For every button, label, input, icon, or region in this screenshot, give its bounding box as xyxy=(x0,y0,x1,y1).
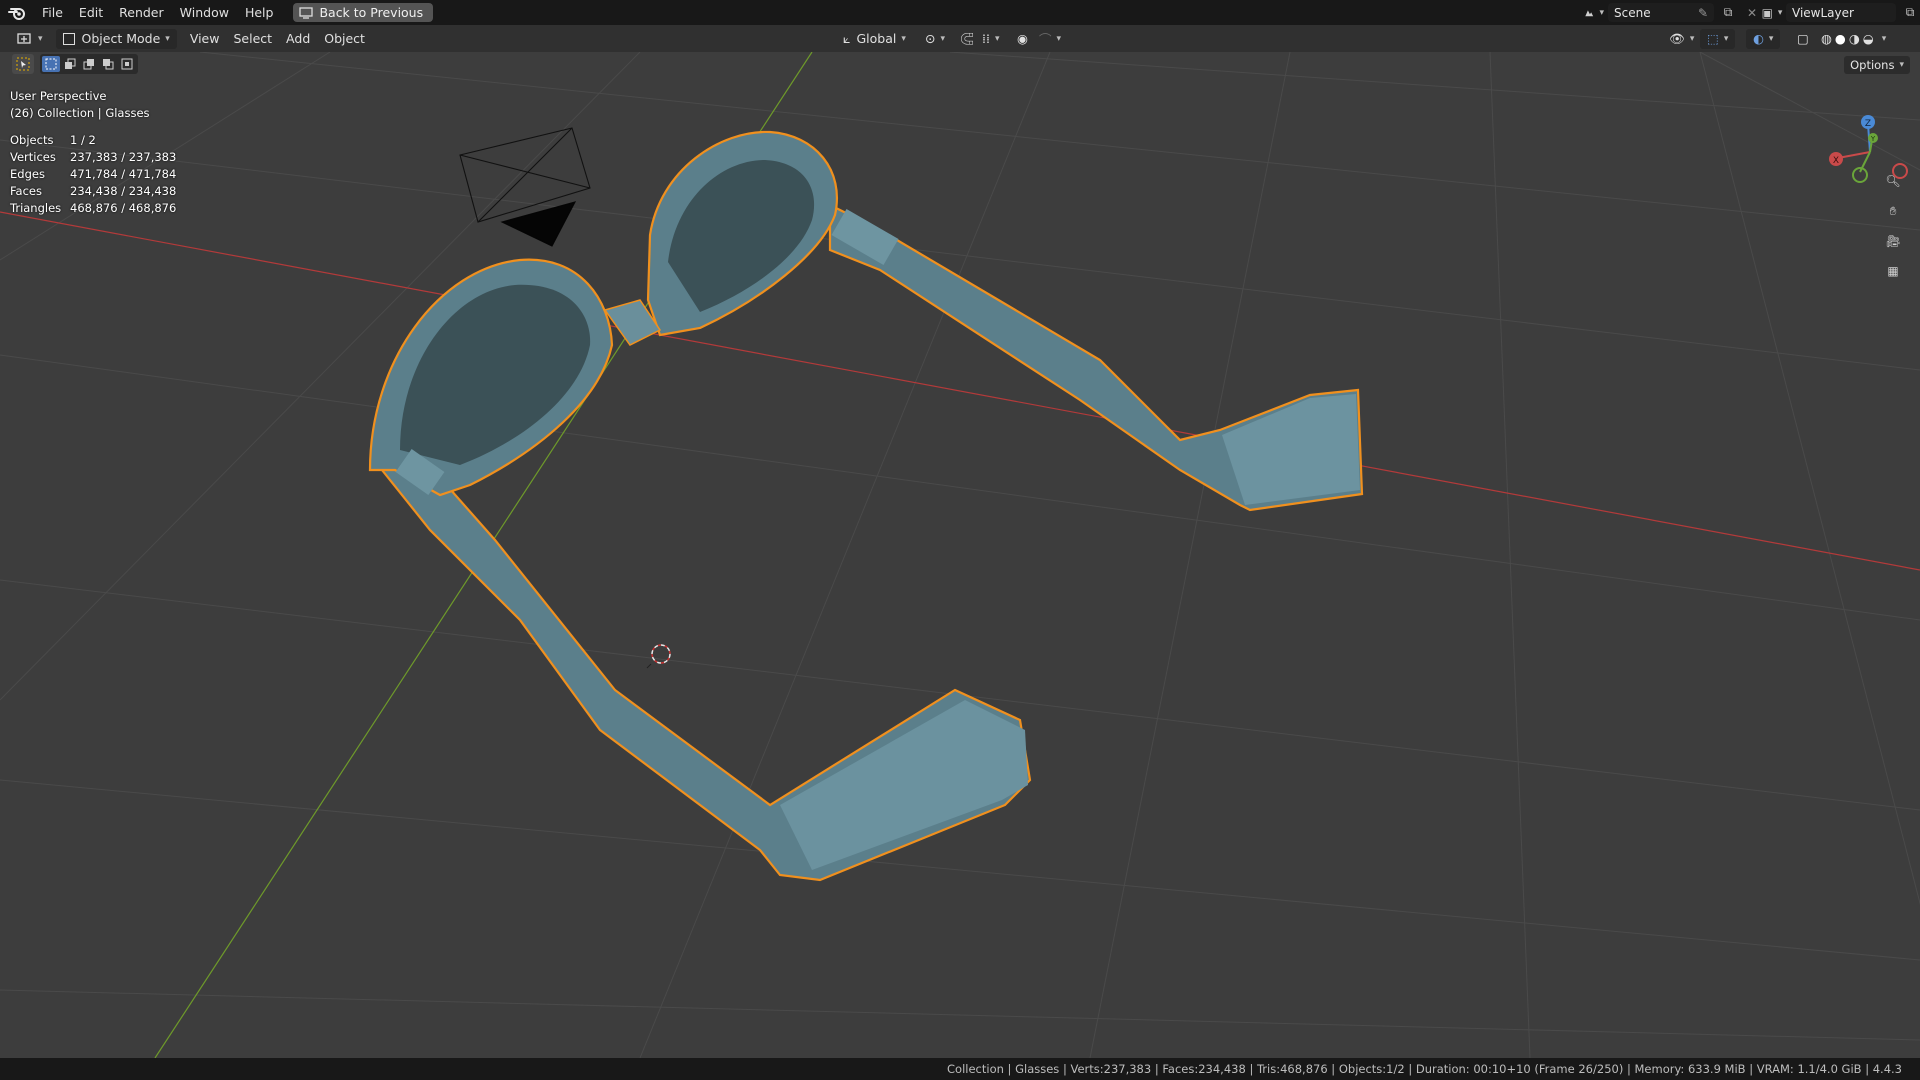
stat-row-edges: Edges 471,784 / 471,784 xyxy=(10,166,176,183)
gizmo-toggle-icon[interactable]: ⬚ ▾ xyxy=(1700,28,1736,49)
gizmo-y-label: Y xyxy=(1870,135,1876,143)
visibility-icon[interactable]: 👁︎ ▾ xyxy=(1662,29,1701,49)
x-axis-line xyxy=(0,211,1920,571)
select-extend-icon[interactable] xyxy=(61,56,79,72)
top-bar: File Edit Render Window Help Back to Pre… xyxy=(0,0,1920,25)
editor-type-button[interactable]: ▾ xyxy=(10,29,50,49)
stat-key: Objects xyxy=(10,133,54,147)
scene-name: Scene xyxy=(1614,5,1651,20)
ortho-grid-icon[interactable]: ▦ xyxy=(1880,258,1906,284)
viewlayer-icon[interactable]: ▣ ▾ xyxy=(1762,3,1783,22)
stat-value: 468,876 / 468,876 xyxy=(70,201,177,215)
select-tool-button[interactable] xyxy=(12,54,34,74)
menu-render[interactable]: Render xyxy=(111,0,172,25)
back-to-previous-label: Back to Previous xyxy=(319,5,424,20)
grid-floor xyxy=(0,52,1920,1058)
falloff-icon[interactable]: ⌒ ▾ xyxy=(1032,29,1068,49)
status-bar-text: Collection | Glasses | Verts:237,383 | F… xyxy=(947,1062,1902,1076)
stat-row-faces: Faces 234,438 / 234,438 xyxy=(10,183,176,200)
options-dropdown[interactable]: Options ▾ xyxy=(1844,56,1910,74)
viewlayer-name: ViewLayer xyxy=(1792,5,1854,20)
pivot-point-icon[interactable]: ⊙ ▾ xyxy=(918,29,952,49)
select-subtract-icon[interactable] xyxy=(80,56,98,72)
active-collection-label: (26) Collection | Glasses xyxy=(10,106,150,120)
gizmo-z-label: Z xyxy=(1865,119,1871,129)
view-perspective-label: User Perspective xyxy=(10,89,107,103)
camera-object[interactable] xyxy=(459,127,591,247)
solid-shading-icon[interactable]: ● xyxy=(1835,31,1846,46)
pan-hand-icon[interactable]: ✋︎ xyxy=(1880,198,1906,224)
object-mode-dropdown[interactable]: Object Mode ▾ xyxy=(55,28,177,49)
zoom-icon[interactable]: 🔍︎ xyxy=(1880,168,1906,194)
back-to-previous-button[interactable]: Back to Previous xyxy=(293,3,434,22)
stat-row-vertices: Vertices 237,383 / 237,383 xyxy=(10,149,176,166)
navigation-gizmo[interactable]: Z X Y xyxy=(1820,92,1920,212)
menu-file[interactable]: File xyxy=(34,0,71,25)
glasses-mesh[interactable] xyxy=(368,130,1364,882)
new-scene-icon[interactable]: ⧉ xyxy=(1718,3,1738,22)
editor-type-icon xyxy=(17,32,31,44)
stat-key: Vertices xyxy=(10,150,56,164)
stat-row-objects: Objects 1 / 2 xyxy=(10,132,176,149)
stat-key: Edges xyxy=(10,167,45,181)
menu-window[interactable]: Window xyxy=(172,0,237,25)
snap-target-icon[interactable]: ⁞⁞ ▾ xyxy=(975,29,1006,49)
stat-value: 234,438 / 234,438 xyxy=(70,184,177,198)
select-new-icon[interactable] xyxy=(42,56,60,72)
scene-field[interactable]: Scene ✎ xyxy=(1608,3,1714,22)
menu-edit[interactable]: Edit xyxy=(71,0,111,25)
camera-view-icon[interactable]: 🎥︎ xyxy=(1880,228,1906,254)
viewport-header: ▾ Object Mode ▾ View Select Add Object ⟀… xyxy=(0,25,1920,52)
new-viewlayer-icon[interactable]: ⧉ xyxy=(1900,3,1920,22)
blender-logo-icon[interactable] xyxy=(0,0,34,25)
gizmo-x-label: X xyxy=(1833,156,1839,166)
stat-key: Faces xyxy=(10,184,42,198)
material-shading-icon[interactable]: ◑ xyxy=(1849,31,1860,46)
select-invert-icon[interactable] xyxy=(99,56,117,72)
shading-mode-group: ◍ ● ◑ ◒ ▾ xyxy=(1814,29,1893,49)
shading-options-icon[interactable]: ▾ xyxy=(1882,34,1887,44)
scene-icon[interactable]: ▾ xyxy=(1584,3,1604,22)
stat-value: 471,784 / 471,784 xyxy=(70,167,177,181)
overlay-toggle-icon[interactable]: ◐ ▾ xyxy=(1746,28,1781,49)
pin-icon[interactable]: ✎ xyxy=(1698,6,1708,20)
transform-orientation-icon: ⟀ xyxy=(843,30,851,46)
options-label: Options xyxy=(1850,58,1895,72)
menu-help[interactable]: Help xyxy=(237,0,282,25)
menu-object[interactable]: Object xyxy=(317,29,372,49)
select-intersect-icon[interactable] xyxy=(118,56,136,72)
stat-key: Triangles xyxy=(10,201,62,215)
selection-mode-group xyxy=(40,54,138,74)
menu-add[interactable]: Add xyxy=(279,29,317,49)
statistics-panel: Objects 1 / 2 Vertices 237,383 / 237,383 E… xyxy=(10,132,176,217)
status-bar: Collection | Glasses | Verts:237,383 | F… xyxy=(0,1058,1920,1080)
stat-row-triangles: Triangles 468,876 / 468,876 xyxy=(10,200,176,217)
xray-icon[interactable]: ▢ xyxy=(1790,29,1816,49)
rendered-shading-icon[interactable]: ◒ xyxy=(1863,31,1874,46)
tool-row xyxy=(12,54,138,74)
transform-orientation-label: Global xyxy=(856,31,897,46)
menu-view[interactable]: View xyxy=(183,29,227,49)
stat-value: 237,383 / 237,383 xyxy=(70,150,177,164)
object-mode-icon xyxy=(62,32,75,45)
3d-viewport[interactable]: Options ▾ User Perspective (26) Collecti… xyxy=(0,52,1920,1058)
select-box-icon xyxy=(16,57,30,71)
menu-select[interactable]: Select xyxy=(226,29,279,49)
stat-value: 1 / 2 xyxy=(70,133,96,147)
scene-canvas[interactable] xyxy=(0,52,1920,1058)
delete-scene-icon[interactable]: ✕ xyxy=(1742,3,1762,22)
object-mode-label: Object Mode xyxy=(81,31,161,46)
wireframe-shading-icon[interactable]: ◍ xyxy=(1821,31,1832,46)
viewlayer-field[interactable]: ViewLayer xyxy=(1786,3,1896,22)
3d-cursor-icon[interactable] xyxy=(646,644,671,669)
screen-icon xyxy=(299,6,314,19)
transform-orientation-dropdown[interactable]: ⟀ Global ▾ xyxy=(836,29,913,49)
viewport-overlay-text: User Perspective (26) Collection | Glass… xyxy=(10,88,176,217)
